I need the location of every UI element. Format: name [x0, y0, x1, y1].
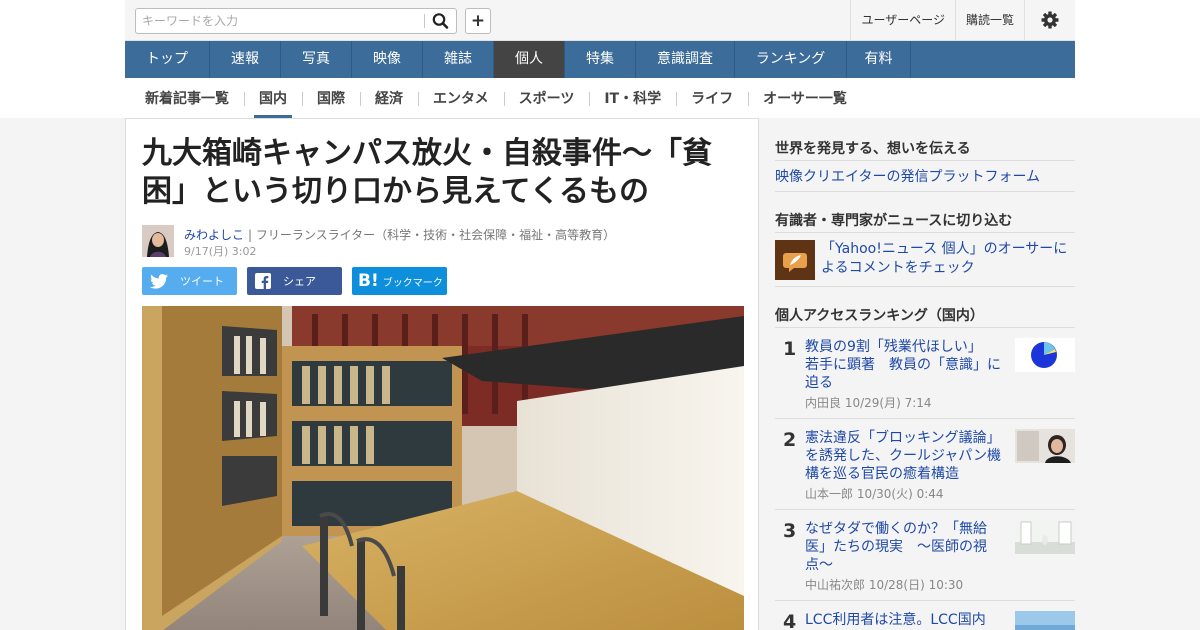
- rank-thumbnail[interactable]: [1015, 429, 1075, 463]
- subnav-economy[interactable]: 経済: [360, 78, 418, 118]
- hatena-bookmark-icon: B!: [358, 271, 379, 291]
- nav-photo[interactable]: 写真: [281, 41, 352, 78]
- sidebar-heading-discover: 世界を発見する、想いを伝える: [775, 141, 971, 157]
- ranking-item[interactable]: 3 なぜタダで働くのか？「無給 医」たちの現実 〜医師の視 点〜 中山祐次郎 1…: [775, 520, 1075, 600]
- search-icon[interactable]: [430, 12, 452, 30]
- subnav-it-science[interactable]: IT・科学: [589, 78, 676, 118]
- divider: [775, 191, 1075, 192]
- subnav-life[interactable]: ライフ: [676, 78, 748, 118]
- search-input[interactable]: [136, 9, 424, 33]
- author-line: みわよしこ | フリーランスライター（科学・技術・社会保障・福祉・高等教育）: [184, 226, 615, 243]
- sidebar: 世界を発見する、想いを伝える 映像クリエイターの発信プラットフォーム 有識者・専…: [775, 118, 1075, 630]
- ranking-item[interactable]: 4 LCC利用者は注意。LCC国内: [775, 611, 1075, 630]
- rank-thumbnail[interactable]: [1015, 338, 1075, 372]
- divider: [775, 286, 1075, 287]
- facebook-share-button[interactable]: シェア: [247, 267, 342, 295]
- rank-title-line: 憲法違反「ブロッキング議論」: [805, 430, 1001, 446]
- twitter-icon: [150, 273, 168, 289]
- hatena-bookmark-label: ブックマーク: [382, 277, 443, 289]
- quill-icon[interactable]: [775, 240, 815, 280]
- rank-title-line: 医」たちの現実 〜医師の視: [805, 539, 987, 555]
- hatena-bookmark-button[interactable]: B! ブックマーク: [352, 267, 447, 295]
- nav-video[interactable]: 映像: [352, 41, 423, 78]
- rank-meta: 山本一郎 10/30(火) 0:44: [805, 487, 944, 501]
- rank-number: 4: [783, 611, 797, 630]
- article-panel: 九大箱崎キャンパス放火・自殺事件～「貧 困」という切り口から見えてくるもの みわ…: [125, 118, 759, 630]
- ranking-heading: 個人アクセスランキング（国内）: [775, 308, 984, 324]
- expert-comments-line-1: 「Yahoo!ニュース 個人」のオーサーに: [821, 241, 1068, 257]
- add-button[interactable]: +: [465, 8, 491, 34]
- ranking-item[interactable]: 1 教員の9割「残業代ほしい」 若手に顕著 教員の「意識」に 迫る 内田良 10…: [775, 338, 1075, 418]
- site-header: + ユーザーページ 購読一覧: [125, 0, 1075, 41]
- article-date: 9/17(月) 3:02: [184, 245, 257, 258]
- author-avatar[interactable]: [142, 225, 174, 257]
- article-photo: [142, 306, 744, 630]
- rank-title-line: なぜタダで働くのか？「無給: [805, 521, 987, 537]
- subnav-sports[interactable]: スポーツ: [503, 78, 590, 118]
- author-name-link[interactable]: みわよしこ: [184, 228, 244, 242]
- rank-number: 2: [783, 429, 797, 451]
- subscriptions-link[interactable]: 購読一覧: [954, 0, 1024, 40]
- rank-thumbnail[interactable]: [1015, 520, 1075, 554]
- sidebar-heading-experts: 有識者・専門家がニュースに切り込む: [775, 213, 1013, 229]
- divider: [775, 600, 1075, 601]
- tweet-button[interactable]: ツイート: [142, 267, 237, 295]
- article-title-line-1: 九大箱崎キャンパス放火・自殺事件～「貧: [142, 136, 712, 171]
- rank-title[interactable]: LCC利用者は注意。LCC国内: [805, 611, 1005, 629]
- expert-comments-link[interactable]: 「Yahoo!ニュース 個人」のオーサーに よるコメントをチェック: [821, 240, 1075, 278]
- subnav-authors[interactable]: オーサー一覧: [748, 78, 862, 118]
- nav-paid[interactable]: 有料: [847, 41, 911, 78]
- rank-title[interactable]: なぜタダで働くのか？「無給 医」たちの現実 〜医師の視 点〜: [805, 520, 1005, 574]
- rank-title[interactable]: 憲法違反「ブロッキング議論」 を誘発した、クールジャパン機 構を巡る官民の癒着構…: [805, 429, 1005, 483]
- rank-title-line: 教員の9割「残業代ほしい」: [805, 339, 982, 355]
- divider: [775, 509, 1075, 510]
- subnav-international[interactable]: 国際: [302, 78, 360, 118]
- rank-title-line: LCC利用者は注意。LCC国内: [805, 612, 986, 628]
- rank-number: 3: [783, 520, 797, 542]
- creator-platform-link[interactable]: 映像クリエイターの発信プラットフォーム: [775, 166, 1040, 186]
- tweet-label: ツイート: [180, 275, 224, 288]
- share-buttons: ツイート シェア B! ブックマーク: [142, 267, 457, 295]
- rank-meta: 内田良 10/29(月) 7:14: [805, 396, 932, 410]
- ranking-item[interactable]: 2 憲法違反「ブロッキング議論」 を誘発した、クールジャパン機 構を巡る官民の癒…: [775, 429, 1075, 509]
- nav-ranking[interactable]: ランキング: [735, 41, 847, 78]
- rank-thumbnail[interactable]: [1015, 611, 1075, 630]
- header-links: ユーザーページ 購読一覧: [850, 0, 1075, 40]
- subnav-domestic[interactable]: 国内: [244, 78, 302, 118]
- article-title: 九大箱崎キャンパス放火・自殺事件～「貧 困」という切り口から見えてくるもの: [142, 135, 742, 211]
- gear-icon[interactable]: [1024, 0, 1075, 40]
- rank-title-line: を誘発した、クールジャパン機: [805, 448, 1001, 464]
- nav-personal[interactable]: 個人: [494, 41, 565, 78]
- expert-comments-line-2: よるコメントをチェック: [821, 260, 975, 276]
- rank-title-line: 点〜: [805, 557, 833, 573]
- nav-survey[interactable]: 意識調査: [636, 41, 735, 78]
- author-description: | フリーランスライター（科学・技術・社会保障・福祉・高等教育）: [248, 228, 616, 242]
- rank-number: 1: [783, 338, 797, 360]
- rank-title-line: 若手に顕著 教員の「意識」に: [805, 357, 1001, 373]
- rank-title[interactable]: 教員の9割「残業代ほしい」 若手に顕著 教員の「意識」に 迫る: [805, 338, 1005, 392]
- nav-magazine[interactable]: 雑誌: [423, 41, 494, 78]
- user-page-link[interactable]: ユーザーページ: [850, 0, 955, 40]
- nav-top[interactable]: トップ: [125, 41, 210, 78]
- search-divider: [424, 14, 425, 28]
- article-title-line-2: 困」という切り口から見えてくるもの: [142, 174, 649, 209]
- facebook-icon: [255, 273, 271, 289]
- rank-meta: 中山祐次郎 10/28(日) 10:30: [805, 578, 964, 592]
- search-box: [135, 8, 457, 34]
- rank-title-line: 構を巡る官民の癒着構造: [805, 466, 959, 482]
- rank-title-line: 迫る: [805, 375, 833, 391]
- divider: [775, 232, 1075, 233]
- nav-feature[interactable]: 特集: [565, 41, 636, 78]
- nav-breaking[interactable]: 速報: [210, 41, 281, 78]
- subnav-latest[interactable]: 新着記事一覧: [125, 78, 244, 118]
- subnav-entertainment[interactable]: エンタメ: [418, 78, 504, 118]
- main-nav: トップ 速報 写真 映像 雑誌 個人 特集 意識調査 ランキング 有料: [125, 41, 1075, 78]
- divider: [775, 327, 1075, 328]
- facebook-share-label: シェア: [283, 275, 316, 288]
- sub-nav: 新着記事一覧 国内 国際 経済 エンタメ スポーツ IT・科学 ライフ オーサー…: [125, 78, 1075, 118]
- divider: [775, 418, 1075, 419]
- divider: [775, 160, 1075, 161]
